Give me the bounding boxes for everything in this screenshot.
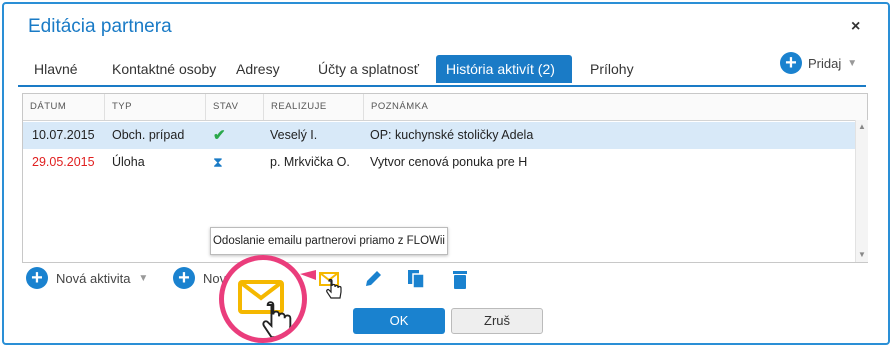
scroll-down-icon[interactable]: ▼ bbox=[858, 250, 866, 259]
row-realizer: p. Mrkvička O. bbox=[270, 155, 350, 169]
cancel-button[interactable]: Zruš bbox=[451, 308, 543, 334]
tab-bar: Hlavné Kontaktné osoby Adresy Účty a spl… bbox=[18, 55, 866, 87]
row-date: 10.07.2015 bbox=[32, 128, 95, 142]
trash-icon[interactable] bbox=[449, 268, 471, 290]
new-item-button[interactable]: + Nov bbox=[173, 267, 226, 289]
row-note: Vytvor cenová ponuka pre H bbox=[370, 155, 528, 169]
tooltip: Odoslanie emailu partnerovi priamo z FLO… bbox=[210, 227, 448, 255]
new-activity-button[interactable]: + Nová aktivita ▼ bbox=[26, 267, 148, 289]
hourglass-icon: ⧗ bbox=[213, 154, 223, 170]
chevron-down-icon[interactable]: ▼ bbox=[138, 273, 148, 284]
plus-icon: + bbox=[173, 267, 195, 289]
chevron-down-icon[interactable]: ▼ bbox=[847, 58, 857, 69]
row-realizer: Veselý I. bbox=[270, 128, 318, 142]
edit-icon[interactable] bbox=[362, 268, 384, 290]
row-note: OP: kuchynské stoličky Adela bbox=[370, 128, 534, 142]
row-type: Obch. prípad bbox=[112, 128, 185, 142]
table-row[interactable]: 29.05.2015 Úloha ⧗ p. Mrkvička O. Vytvor… bbox=[23, 149, 855, 176]
plus-icon: + bbox=[26, 267, 48, 289]
column-header-type[interactable]: TYP bbox=[104, 94, 205, 120]
column-header-note[interactable]: POZNÁMKA bbox=[363, 94, 855, 120]
tab-activity-history[interactable]: História aktivít (2) bbox=[436, 55, 572, 83]
tab-attachments[interactable]: Prílohy bbox=[580, 55, 644, 83]
tab-accounts[interactable]: Účty a splatnosť bbox=[308, 55, 429, 83]
row-date: 29.05.2015 bbox=[32, 155, 95, 169]
dialog-title: Editácia partnera bbox=[28, 16, 172, 37]
checkmark-icon: ✔ bbox=[213, 127, 226, 144]
close-button[interactable]: × bbox=[851, 18, 860, 36]
hand-cursor-icon bbox=[262, 301, 292, 338]
row-type: Úloha bbox=[112, 155, 145, 169]
table-row[interactable]: 10.07.2015 Obch. prípad ✔ Veselý I. OP: … bbox=[23, 122, 855, 149]
ok-button[interactable]: OK bbox=[353, 308, 445, 334]
column-header-realizer[interactable]: REALIZUJE bbox=[263, 94, 363, 120]
grid-header: DÁTUM TYP STAV REALIZUJE POZNÁMKA bbox=[23, 94, 867, 121]
tab-contacts[interactable]: Kontaktné osoby bbox=[102, 55, 226, 83]
new-activity-label: Nová aktivita bbox=[56, 270, 131, 286]
column-header-status[interactable]: STAV bbox=[205, 94, 263, 120]
tab-main[interactable]: Hlavné bbox=[24, 55, 88, 83]
vertical-scrollbar[interactable]: ▲ ▼ bbox=[855, 120, 868, 262]
zoom-magnifier bbox=[219, 255, 307, 343]
add-button-label: Pridaj bbox=[808, 55, 842, 71]
add-button[interactable]: + Pridaj ▼ bbox=[780, 52, 857, 74]
column-header-date[interactable]: DÁTUM bbox=[23, 94, 104, 120]
copy-icon[interactable] bbox=[405, 268, 427, 290]
scroll-up-icon[interactable]: ▲ bbox=[858, 122, 866, 131]
tab-addresses[interactable]: Adresy bbox=[226, 55, 290, 83]
plus-icon: + bbox=[780, 52, 802, 74]
hand-cursor-icon bbox=[326, 279, 342, 299]
